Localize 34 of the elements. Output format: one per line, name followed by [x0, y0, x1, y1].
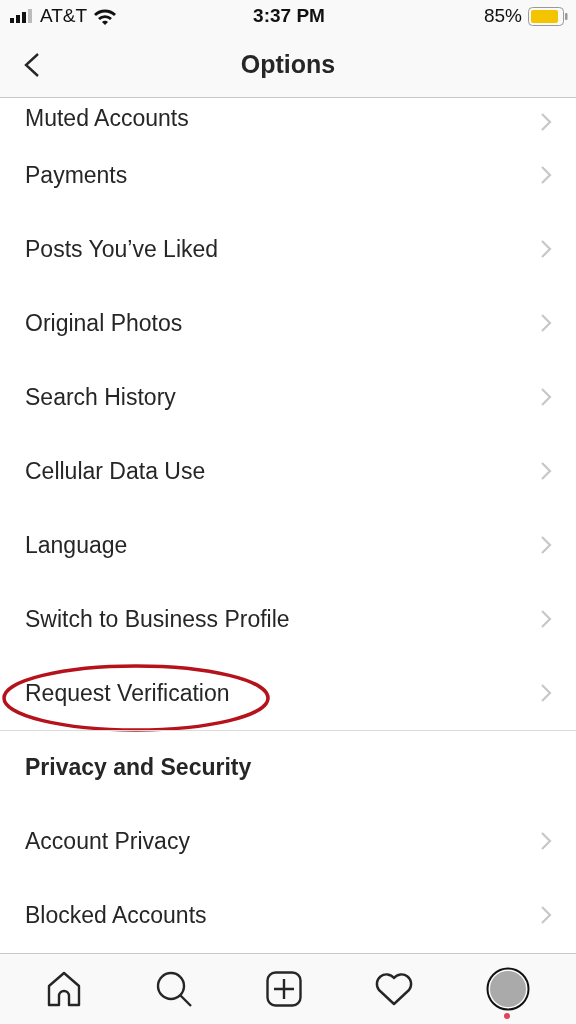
chevron-icon: [540, 112, 552, 132]
carrier-name: AT&T: [40, 5, 88, 27]
menu-item[interactable]: Original Photos: [25, 309, 540, 337]
chevron-icon: [540, 165, 552, 185]
menu-item[interactable]: Blocked Accounts: [25, 901, 540, 929]
chevron-icon: [540, 683, 552, 703]
battery-icon: [528, 6, 568, 26]
chevron-icon: [540, 831, 552, 851]
heart-icon[interactable]: [374, 972, 413, 1006]
battery-percent: 85%: [483, 5, 522, 27]
wifi-icon: [93, 7, 118, 25]
menu-item[interactable]: Account Privacy: [25, 827, 540, 855]
chevron-icon: [540, 535, 552, 555]
clock-time: 3:37 PM: [253, 5, 325, 27]
menu-item[interactable]: Muted Accounts: [25, 105, 540, 132]
menu-item[interactable]: Request Verification: [25, 679, 540, 707]
chevron-icon: [540, 461, 552, 481]
menu-item[interactable]: Cellular Data Use: [25, 457, 540, 485]
section-header: Privacy and Security: [25, 754, 253, 781]
chevron-icon: [540, 313, 552, 333]
menu-item[interactable]: Payments: [25, 161, 540, 189]
chevron-icon: [540, 387, 552, 407]
page-title: Options: [240, 50, 336, 79]
add-post-icon[interactable]: [266, 971, 302, 1007]
search-icon[interactable]: [155, 970, 194, 1008]
chevron-icon: [540, 905, 552, 925]
signal-icon: [10, 9, 34, 23]
menu-item[interactable]: Search History: [25, 383, 540, 411]
menu-item[interactable]: Language: [25, 531, 540, 559]
home-icon[interactable]: [46, 971, 83, 1007]
chevron-icon: [540, 609, 552, 629]
chevron-icon: [540, 239, 552, 259]
menu-item[interactable]: Posts You’ve Liked: [25, 235, 540, 263]
menu-item[interactable]: Switch to Business Profile: [25, 605, 540, 633]
